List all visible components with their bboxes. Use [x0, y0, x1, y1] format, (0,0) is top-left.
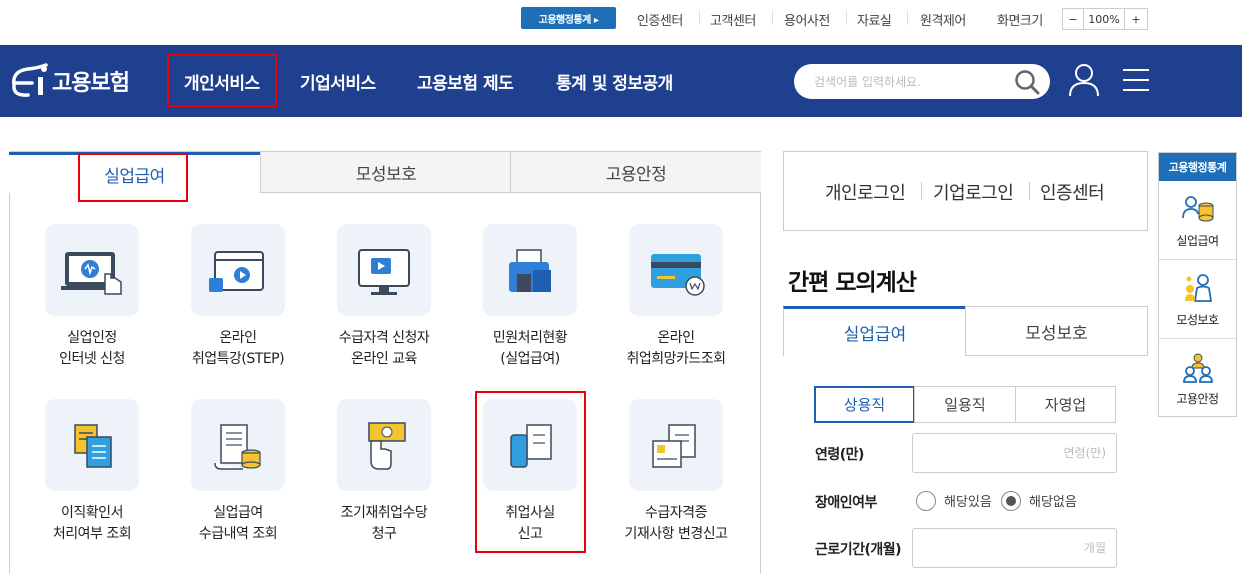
- hand-money-icon: [368, 422, 406, 470]
- util-link-archive[interactable]: 자료실: [857, 10, 892, 29]
- tab-employment-stability[interactable]: 고용안정: [510, 152, 761, 193]
- video-window-icon: [209, 251, 264, 292]
- service-label: 수급자격 신청자 온라인 교육: [338, 330, 430, 367]
- segment-regular-worker[interactable]: 상용직: [814, 386, 915, 423]
- computer-hand-icon: [61, 252, 122, 295]
- utility-bar: 고용행정통계 ▸ 인증센터 고객센터 용어사전 자료실 원격제어 화면크기 − …: [0, 0, 1242, 45]
- user-icon[interactable]: [1067, 62, 1101, 98]
- certificate-document-icon: [652, 424, 696, 468]
- quick-item-maternity[interactable]: 모성보호: [1159, 261, 1236, 339]
- card-won-icon: [651, 254, 705, 296]
- service-card-job-card[interactable]: [629, 224, 723, 316]
- service-card-complaint-status[interactable]: [483, 224, 577, 316]
- segment-self-employed[interactable]: 자영업: [1015, 386, 1116, 423]
- quick-item-stability[interactable]: 고용안정: [1159, 340, 1236, 418]
- business-login-link[interactable]: 기업로그인: [933, 179, 1014, 205]
- menu-icon[interactable]: [1122, 67, 1150, 93]
- tab-maternity-protection[interactable]: 모성보호: [260, 152, 511, 193]
- personal-login-link[interactable]: 개인로그인: [825, 179, 906, 205]
- divider: [846, 11, 847, 25]
- service-label: 수급자격증 기재사항 변경신고: [624, 505, 729, 542]
- service-label: 이직확인서 처리여부 조회: [52, 505, 132, 542]
- disability-yes-radio[interactable]: [916, 491, 936, 511]
- service-card-benefit-history[interactable]: [191, 399, 285, 491]
- service-card-online-lecture[interactable]: [191, 224, 285, 316]
- util-link-customer[interactable]: 고객센터: [710, 10, 756, 29]
- quick-item-label: 실업급여: [1176, 234, 1219, 248]
- disability-no-label: 해당없음: [1029, 495, 1077, 510]
- quick-menu-title[interactable]: 고용행정통계: [1159, 153, 1236, 181]
- nav-insurance-system[interactable]: 고용보험 제도: [417, 69, 514, 94]
- simple-calculator-title: 간편 모의계산: [788, 270, 917, 296]
- divider: [772, 11, 773, 25]
- work-period-input[interactable]: [912, 528, 1117, 568]
- highlight-box: [78, 153, 188, 202]
- highlight-box: [475, 391, 586, 553]
- divider: [699, 11, 700, 25]
- nav-statistics[interactable]: 통계 및 정보공개: [556, 69, 673, 94]
- util-link-auth[interactable]: 인증센터: [637, 10, 683, 29]
- disability-label: 장애인여부: [815, 495, 877, 511]
- service-label: 민원처리현황 (실업급여): [492, 330, 568, 367]
- scroll-coins-icon: [214, 424, 261, 470]
- quick-menu: 고용행정통계 실업급여 모성보호 고용안정: [1158, 152, 1237, 417]
- service-card-separation-notice[interactable]: [45, 399, 139, 491]
- age-input[interactable]: [912, 433, 1117, 473]
- folder-printer-icon: [509, 249, 551, 292]
- ei-logo-icon: [12, 63, 48, 97]
- site-logo-text[interactable]: 고용보험: [52, 65, 130, 97]
- radio-selected-dot: [1006, 496, 1016, 506]
- auth-center-link[interactable]: 인증센터: [1040, 179, 1105, 205]
- service-card-unemployment-recognition[interactable]: [45, 224, 139, 316]
- login-box: 개인로그인 기업로그인 인증센터: [783, 151, 1148, 231]
- age-label: 연령(만): [815, 447, 864, 463]
- service-card-online-education[interactable]: [337, 224, 431, 316]
- service-label: 조기재취업수당 청구: [340, 505, 428, 542]
- zoom-level: 100%: [1083, 8, 1125, 30]
- highlight-box: [167, 54, 277, 107]
- mother-child-icon: [1185, 274, 1213, 302]
- zoom-in-button[interactable]: +: [1124, 8, 1148, 30]
- service-label: 실업급여 수급내역 조회: [198, 505, 278, 542]
- employment-stats-button[interactable]: 고용행정통계 ▸: [521, 7, 616, 29]
- service-label: 온라인 취업희망카드조회: [626, 330, 726, 367]
- work-period-label: 근로기간(개월): [815, 542, 902, 558]
- zoom-out-button[interactable]: −: [1062, 8, 1084, 30]
- service-card-certificate-change[interactable]: [629, 399, 723, 491]
- monitor-play-icon: [358, 249, 410, 295]
- documents-icon: [74, 424, 112, 468]
- disability-no-radio[interactable]: [1001, 491, 1021, 511]
- calc-tab-maternity[interactable]: 모성보호: [965, 306, 1148, 356]
- util-link-remote[interactable]: 원격제어: [920, 10, 966, 29]
- divider: [1029, 182, 1030, 200]
- service-label: 온라인 취업특강(STEP): [191, 330, 285, 367]
- util-link-glossary[interactable]: 용어사전: [784, 10, 830, 29]
- search-box: [794, 64, 1050, 99]
- divider: [907, 11, 908, 25]
- font-size-label: 화면크기: [997, 14, 1043, 29]
- nav-business-service[interactable]: 기업서비스: [300, 69, 376, 94]
- people-coins-icon: [1182, 196, 1214, 222]
- calc-tab-unemployment[interactable]: 실업급여: [783, 306, 966, 356]
- quick-item-unemployment[interactable]: 실업급여: [1159, 182, 1236, 260]
- quick-item-label: 고용안정: [1176, 392, 1219, 406]
- service-label: 실업인정 인터넷 신청: [59, 330, 125, 367]
- quick-item-label: 모성보호: [1176, 313, 1219, 327]
- search-icon[interactable]: [1013, 69, 1041, 95]
- disability-yes-label: 해당있음: [944, 495, 992, 510]
- search-input[interactable]: [814, 72, 1004, 92]
- divider: [921, 182, 922, 200]
- segment-daily-worker[interactable]: 일용직: [914, 386, 1016, 423]
- group-people-icon: [1183, 353, 1213, 383]
- service-card-early-reemployment[interactable]: [337, 399, 431, 491]
